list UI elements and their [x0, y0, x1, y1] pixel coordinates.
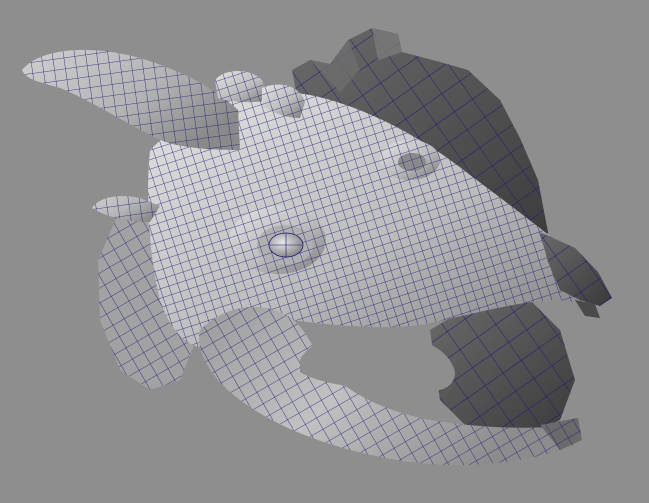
viewport-canvas[interactable] — [0, 0, 649, 503]
eye[interactable] — [268, 232, 304, 258]
nostril[interactable] — [380, 140, 440, 180]
horn[interactable] — [22, 49, 240, 150]
3d-viewport[interactable] — [0, 0, 649, 503]
